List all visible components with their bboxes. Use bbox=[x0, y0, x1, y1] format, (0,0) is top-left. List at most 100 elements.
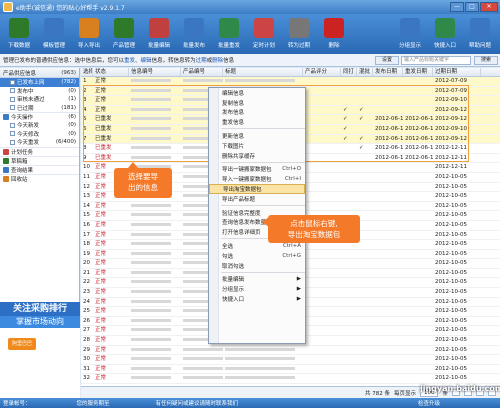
sidebar-group-today[interactable]: 今天操作 (6) bbox=[0, 112, 79, 121]
row-expire-date: 2012-10-05 bbox=[435, 269, 467, 276]
column-header[interactable]: 混批 bbox=[357, 68, 373, 76]
toolbar-button-1[interactable]: 模板管理 bbox=[37, 16, 71, 54]
row-rating bbox=[303, 106, 341, 115]
row-status: 正常 bbox=[95, 375, 107, 382]
row-status: 正常 bbox=[95, 250, 107, 257]
toolbar-button-0[interactable]: 下载数据 bbox=[2, 16, 36, 54]
column-header[interactable]: 选择 bbox=[81, 68, 93, 76]
row-republish-date bbox=[403, 192, 433, 201]
menu-item-0[interactable]: 编辑信息 bbox=[209, 88, 305, 98]
sidebar-group-2[interactable]: 查询结果 bbox=[0, 164, 79, 174]
sidebar-item-today-0[interactable]: 今天新发 (0) bbox=[0, 121, 79, 130]
search-input[interactable]: 输入产品标题关键字 bbox=[401, 55, 471, 65]
row-status: 正常 bbox=[95, 356, 107, 363]
toolbar-button-2[interactable]: 导入导出 bbox=[72, 16, 106, 54]
menu-item-1[interactable]: 复制信息 bbox=[209, 98, 305, 108]
menu-item-6[interactable]: 下载图片 bbox=[209, 141, 305, 151]
column-header[interactable]: 产品评分 bbox=[303, 68, 341, 76]
row-publish-date bbox=[373, 355, 403, 364]
menu-item-7[interactable]: 删除共享缓存 bbox=[209, 151, 305, 161]
link-republish[interactable]: 重发 bbox=[124, 58, 135, 64]
promo-banner[interactable]: 关注采购排行 掌握市场动向 阿里巴巴 bbox=[0, 302, 80, 398]
menu-item-20[interactable]: 取消勾选 bbox=[209, 261, 305, 271]
menu-item-10[interactable]: 导入一键搬家数据包 Ctrl+I bbox=[209, 174, 305, 184]
toolbar-button-3[interactable]: 产品管理 bbox=[107, 16, 141, 54]
toolbar-button-7[interactable]: 定时计划 bbox=[247, 16, 281, 54]
sidebar-header-label: 产品供应信息 bbox=[3, 70, 37, 77]
sidebar-item-0[interactable]: 已发布上网 (782) bbox=[0, 78, 79, 87]
republish-icon bbox=[219, 18, 239, 38]
check-update-link[interactable]: 检查升级 bbox=[418, 399, 440, 407]
menu-item-9[interactable]: 导出一键搬家数据包 Ctrl+O bbox=[209, 165, 305, 175]
toolbar-button-4[interactable]: 批量编辑 bbox=[142, 16, 176, 54]
column-header[interactable]: 发布日期 bbox=[373, 68, 403, 76]
row-mix-check bbox=[357, 250, 373, 259]
link-edit[interactable]: 编辑 bbox=[141, 58, 152, 64]
menu-item-5[interactable]: 更新信息 bbox=[209, 131, 305, 141]
menu-item-label: 分组显示 bbox=[222, 287, 245, 294]
close-button[interactable]: ✕ bbox=[480, 2, 498, 12]
column-header[interactable]: 过期日期 bbox=[433, 68, 481, 76]
download-icon bbox=[9, 18, 29, 38]
toolbar-button-6[interactable]: 批量重发 bbox=[212, 16, 246, 54]
column-header[interactable]: 信息编号 bbox=[129, 68, 181, 76]
sidebar-header[interactable]: 产品供应信息 (963) bbox=[0, 68, 79, 78]
table-row[interactable]: 31 正常 2012-10-05 bbox=[81, 365, 500, 375]
blurred-text bbox=[225, 347, 295, 351]
settings-button[interactable]: 设置 bbox=[375, 55, 399, 65]
menu-item-label: 打开信息详细页 bbox=[222, 230, 261, 237]
menu-item-3[interactable]: 重发信息 bbox=[209, 117, 305, 127]
sidebar-group-0[interactable]: 计划任务 bbox=[0, 146, 79, 156]
row-publish-date bbox=[373, 346, 403, 355]
row-republish-date bbox=[403, 173, 433, 182]
link-expire[interactable]: 过期 bbox=[196, 58, 207, 64]
sidebar-group-1[interactable]: 草稿箱 bbox=[0, 155, 79, 165]
table-row[interactable]: 29 正常 2012-10-05 bbox=[81, 346, 500, 356]
sidebar-group-3[interactable]: 回收站 bbox=[0, 173, 79, 183]
menu-item-24[interactable]: 快捷入口 ▶ bbox=[209, 294, 305, 304]
row-mix-check bbox=[357, 374, 373, 383]
sidebar-item-1[interactable]: 发布中 (0) bbox=[0, 87, 79, 96]
search-button[interactable]: 搜索 bbox=[474, 55, 498, 65]
sidebar-item-label: 今天新发 bbox=[17, 123, 40, 130]
menu-item-22[interactable]: 批量编辑 ▶ bbox=[209, 275, 305, 285]
menu-item-11[interactable]: 导出淘宝数据包 bbox=[209, 184, 305, 194]
column-header[interactable]: 产品编号 bbox=[181, 68, 223, 76]
toolbar-button-12[interactable]: 帮助问题 bbox=[463, 16, 497, 54]
column-header[interactable]: 标题 bbox=[223, 68, 303, 76]
column-header[interactable]: 同打 bbox=[341, 68, 357, 76]
status-notice2[interactable]: 有任何疑问或建议请随时联系我们 bbox=[156, 399, 239, 407]
table-row[interactable]: 30 正常 2012-10-05 bbox=[81, 355, 500, 365]
row-status: 正常 bbox=[95, 279, 107, 286]
toolbar-button-10[interactable]: 分组显示 bbox=[393, 16, 427, 54]
minimize-button[interactable]: — bbox=[450, 2, 464, 12]
toolbar-button-label: 下载数据 bbox=[7, 43, 30, 49]
row-rating bbox=[303, 259, 341, 268]
row-info-code bbox=[129, 135, 181, 144]
maximize-button[interactable]: □ bbox=[465, 2, 479, 12]
toolbar-button-8[interactable]: 转为过期 bbox=[282, 16, 316, 54]
toolbar-button-9[interactable]: 删除 bbox=[317, 16, 351, 54]
column-header[interactable]: 状态 bbox=[93, 68, 129, 76]
row-number: 15 bbox=[83, 212, 90, 219]
column-header[interactable]: 重发日期 bbox=[403, 68, 433, 76]
sidebar-item-label: 今天重发 bbox=[17, 140, 40, 147]
menu-item-2[interactable]: 发布信息 bbox=[209, 108, 305, 118]
sidebar-item-3[interactable]: 已过期 (181) bbox=[0, 104, 79, 113]
link-delete[interactable]: 删除 bbox=[212, 58, 223, 64]
toolbar-button-5[interactable]: 批量发布 bbox=[177, 16, 211, 54]
row-ship-check bbox=[341, 154, 357, 163]
menu-item-19[interactable]: 勾选 Ctrl+G bbox=[209, 251, 305, 261]
menu-item-12[interactable]: 导出产品标题 bbox=[209, 194, 305, 204]
row-expire-date: 2012-09-12 bbox=[435, 135, 467, 142]
menu-item-23[interactable]: 分组显示 ▶ bbox=[209, 284, 305, 294]
sidebar-item-today-1[interactable]: 今天修改 (0) bbox=[0, 130, 79, 139]
row-republish-date: 2012-06-14 bbox=[405, 135, 433, 142]
toolbar-button-11[interactable]: 快捷入口 bbox=[428, 16, 462, 54]
table-row[interactable]: 1 正常 2012-07-09 bbox=[81, 77, 500, 87]
blurred-text bbox=[183, 347, 223, 351]
sidebar-item-2[interactable]: 审核未通过 (1) bbox=[0, 95, 79, 104]
table-row[interactable]: 32 正常 2012-10-05 bbox=[81, 374, 500, 384]
sidebar-item-today-2[interactable]: 今天重发 (6/400) bbox=[0, 138, 79, 147]
row-status: 正常 bbox=[95, 269, 107, 276]
